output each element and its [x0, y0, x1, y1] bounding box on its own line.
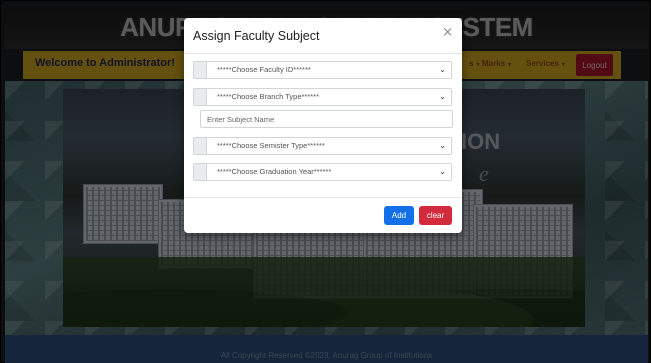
subject-name-input[interactable]: [200, 110, 453, 128]
close-icon[interactable]: ×: [442, 26, 453, 39]
input-prefix: [193, 137, 206, 155]
faculty-id-select[interactable]: *****Choose Faculty ID****** ⌄: [206, 61, 452, 79]
chevron-down-icon: ⌄: [439, 65, 446, 74]
graduation-year-select[interactable]: *****Choose Graduation Year****** ⌄: [206, 163, 452, 181]
semester-type-select-value: *****Choose Semister Type******: [217, 141, 325, 150]
add-button[interactable]: Add: [384, 206, 414, 225]
input-prefix: [193, 88, 206, 106]
branch-type-field: *****Choose Branch Type****** ⌄: [193, 88, 452, 106]
chevron-down-icon: ⌄: [439, 141, 446, 150]
branch-type-select[interactable]: *****Choose Branch Type****** ⌄: [206, 88, 452, 106]
faculty-id-select-value: *****Choose Faculty ID******: [217, 65, 311, 74]
clear-button[interactable]: clear: [419, 206, 452, 225]
branch-type-select-value: *****Choose Branch Type******: [217, 92, 320, 101]
modal-footer: Add clear: [184, 197, 462, 233]
faculty-id-field: *****Choose Faculty ID****** ⌄: [193, 61, 452, 79]
chevron-down-icon: ⌄: [439, 167, 446, 176]
graduation-year-select-value: *****Choose Graduation Year******: [217, 167, 332, 176]
graduation-year-field: *****Choose Graduation Year****** ⌄: [193, 163, 452, 181]
input-prefix: [193, 163, 206, 181]
modal-title: Assign Faculty Subject: [193, 29, 320, 43]
chevron-down-icon: ⌄: [439, 92, 446, 101]
semester-type-field: *****Choose Semister Type****** ⌄: [193, 137, 452, 155]
semester-type-select[interactable]: *****Choose Semister Type****** ⌄: [206, 137, 452, 155]
input-prefix: [193, 61, 206, 79]
modal-header: Assign Faculty Subject ×: [184, 18, 462, 54]
